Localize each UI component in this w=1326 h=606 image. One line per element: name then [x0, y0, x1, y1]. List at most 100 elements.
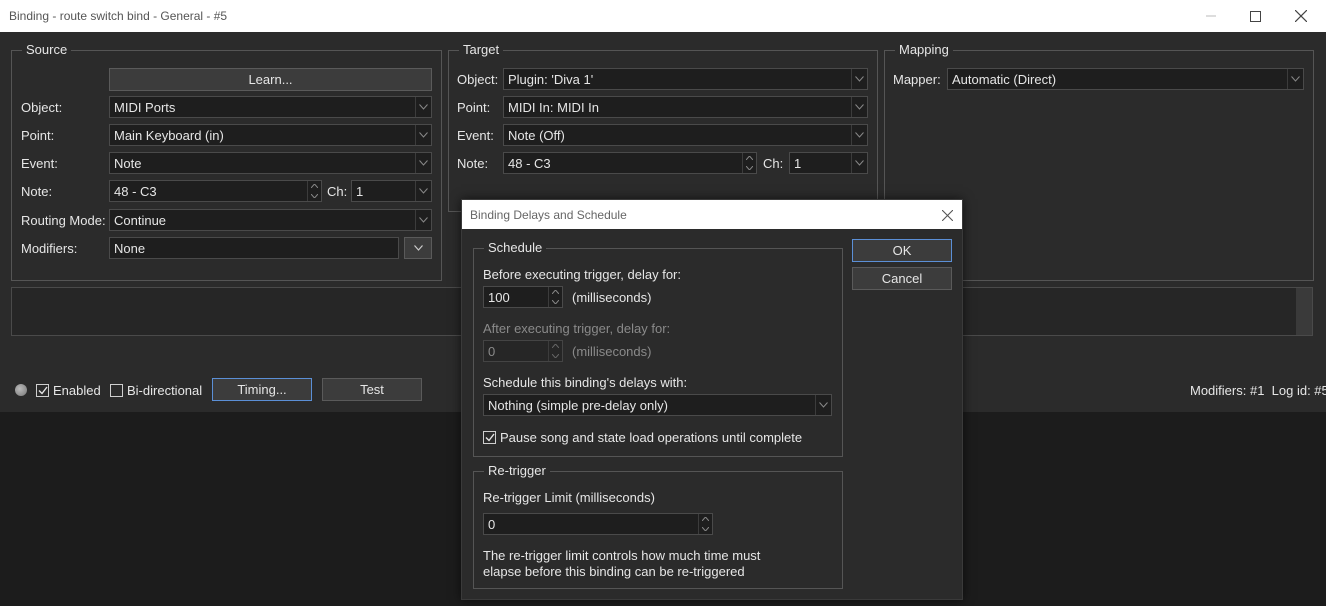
modifiers-field[interactable]: None	[109, 237, 399, 259]
modifiers-dropdown-button[interactable]	[404, 237, 432, 259]
status-led-icon	[15, 384, 27, 396]
learn-button[interactable]: Learn...	[109, 68, 432, 91]
before-delay-label: Before executing trigger, delay for:	[483, 267, 682, 282]
target-event-label: Event:	[457, 128, 494, 143]
target-point-label: Point:	[457, 100, 491, 115]
spin-down-icon[interactable]	[699, 524, 712, 534]
maximize-icon	[1249, 10, 1261, 22]
routing-mode-label: Routing Mode:	[21, 213, 106, 228]
schedule-group-title: Schedule	[484, 240, 547, 255]
retrigger-limit-label: Re-trigger Limit (milliseconds)	[483, 490, 655, 505]
target-note-value: 48 - C3	[508, 156, 551, 171]
mapper-label: Mapper:	[893, 72, 941, 87]
spin-up-icon[interactable]	[699, 514, 712, 524]
target-note-label: Note:	[457, 156, 489, 171]
schedule-with-select[interactable]: Nothing (simple pre-delay only)	[483, 394, 832, 416]
chevron-down-icon	[415, 210, 431, 230]
after-delay-input: 0	[483, 340, 563, 362]
status-text: Modifiers: #1 Log id: #5	[1190, 383, 1326, 398]
bidirectional-label: Bi-directional	[127, 383, 203, 398]
source-event-value: Note	[114, 156, 142, 171]
spin-up-icon[interactable]	[743, 153, 756, 163]
target-note-stepper[interactable]: 48 - C3	[503, 152, 757, 174]
description-scrollbar[interactable]	[1296, 288, 1312, 335]
source-ch-value: 1	[356, 184, 364, 199]
target-ch-value: 1	[794, 156, 802, 171]
enabled-label: Enabled	[53, 383, 101, 398]
dialog-titlebar: Binding Delays and Schedule	[462, 200, 962, 229]
schedule-with-value: Nothing (simple pre-delay only)	[488, 398, 668, 413]
chevron-down-icon	[1287, 69, 1303, 89]
chevron-down-icon	[851, 69, 867, 89]
modifiers-label: Modifiers:	[21, 241, 78, 256]
chevron-down-icon	[851, 97, 867, 117]
mapper-value: Automatic (Direct)	[952, 72, 1057, 87]
source-event-label: Event:	[21, 156, 58, 171]
after-delay-unit: (milliseconds)	[572, 344, 652, 359]
window-titlebar: Binding - route switch bind - General - …	[0, 0, 1326, 32]
chevron-down-icon	[815, 395, 831, 415]
routing-mode-select[interactable]: Continue	[109, 209, 432, 231]
ok-button[interactable]: OK	[852, 239, 952, 262]
spin-up-icon[interactable]	[308, 181, 321, 191]
source-point-select[interactable]: Main Keyboard (in)	[109, 124, 432, 146]
spin-down-icon[interactable]	[743, 163, 756, 173]
minimize-button[interactable]	[1188, 0, 1234, 32]
bidirectional-checkbox[interactable]	[110, 384, 123, 397]
chevron-down-icon	[415, 153, 431, 173]
target-point-select[interactable]: MIDI In: MIDI In	[503, 96, 868, 118]
source-point-value: Main Keyboard (in)	[114, 128, 224, 143]
spin-up-icon	[549, 341, 562, 351]
source-note-label: Note:	[21, 184, 53, 199]
cancel-button[interactable]: Cancel	[852, 267, 952, 290]
chevron-down-icon	[415, 97, 431, 117]
target-group-title: Target	[459, 42, 504, 57]
source-object-value: MIDI Ports	[114, 100, 176, 115]
spin-down-icon[interactable]	[549, 297, 562, 307]
retrigger-description-line1: The re-trigger limit controls how much t…	[483, 548, 761, 563]
check-icon	[485, 433, 495, 442]
chevron-down-icon	[415, 181, 431, 201]
modifiers-value: None	[114, 241, 146, 256]
retrigger-description-line2: elapse before this binding can be re-tri…	[483, 564, 745, 579]
close-icon	[941, 209, 953, 221]
minimize-icon	[1206, 15, 1216, 17]
after-delay-label: After executing trigger, delay for:	[483, 321, 671, 336]
source-event-select[interactable]: Note	[109, 152, 432, 174]
target-event-value: Note (Off)	[508, 128, 565, 143]
window-title: Binding - route switch bind - General - …	[9, 9, 228, 23]
source-ch-label: Ch:	[327, 184, 348, 199]
binding-delays-dialog: Binding Delays and Schedule OK Cancel Sc…	[461, 199, 963, 600]
retrigger-group-title: Re-trigger	[484, 463, 550, 478]
dialog-close-button[interactable]	[936, 204, 958, 226]
maximize-button[interactable]	[1232, 0, 1278, 32]
test-button[interactable]: Test	[322, 378, 422, 401]
spin-down-icon[interactable]	[308, 191, 321, 201]
chevron-down-icon	[413, 245, 423, 251]
target-object-select[interactable]: Plugin: 'Diva 1'	[503, 68, 868, 90]
chevron-down-icon	[851, 153, 867, 173]
target-event-select[interactable]: Note (Off)	[503, 124, 868, 146]
spin-down-icon	[549, 351, 562, 361]
retrigger-limit-input[interactable]: 0	[483, 513, 713, 535]
spin-up-icon[interactable]	[549, 287, 562, 297]
enabled-checkbox[interactable]	[36, 384, 49, 397]
close-button[interactable]	[1278, 0, 1324, 32]
before-delay-input[interactable]: 100	[483, 286, 563, 308]
source-note-value: 48 - C3	[114, 184, 157, 199]
timing-button[interactable]: Timing...	[212, 378, 312, 401]
source-object-select[interactable]: MIDI Ports	[109, 96, 432, 118]
retrigger-limit-value: 0	[488, 517, 496, 532]
schedule-with-label: Schedule this binding's delays with:	[483, 375, 688, 390]
before-delay-value: 100	[488, 290, 510, 305]
check-icon	[38, 386, 48, 395]
pause-label: Pause song and state load operations unt…	[500, 430, 803, 445]
routing-mode-value: Continue	[114, 213, 167, 228]
chevron-down-icon	[851, 125, 867, 145]
mapper-select[interactable]: Automatic (Direct)	[947, 68, 1304, 90]
source-point-label: Point:	[21, 128, 55, 143]
source-note-stepper[interactable]: 48 - C3	[109, 180, 322, 202]
target-channel-select[interactable]: 1	[789, 152, 868, 174]
source-channel-select[interactable]: 1	[351, 180, 432, 202]
pause-checkbox[interactable]	[483, 431, 496, 444]
